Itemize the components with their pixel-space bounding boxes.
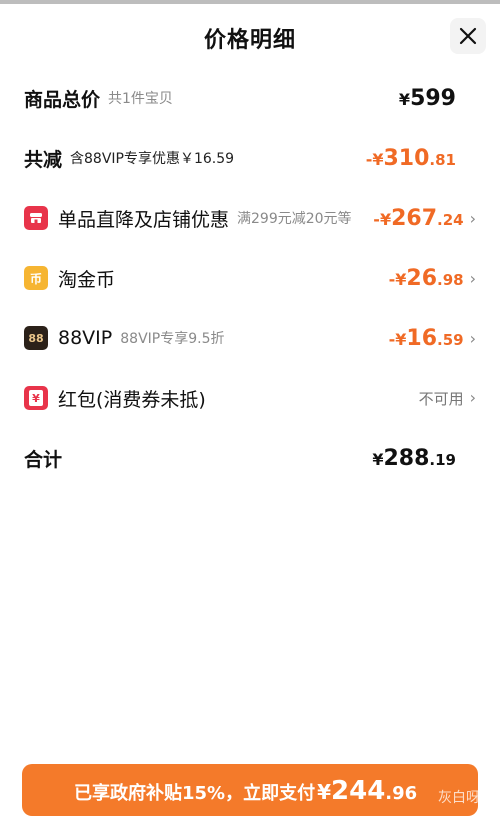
chevron-right-icon: › <box>469 208 476 228</box>
red-packet-status: 不可用 › <box>419 388 476 409</box>
total-goods-price: ¥ 599 <box>399 86 456 111</box>
total-goods-amount: 599 <box>410 85 456 111</box>
vip-amount: 16 <box>406 325 438 351</box>
pay-button-content: 已享政府补贴15%，立即支付 ¥ 244 .96 <box>74 776 417 806</box>
close-icon <box>459 27 477 45</box>
pay-button[interactable]: 已享政府补贴15%，立即支付 ¥ 244 .96 灰白呀 <box>22 764 478 816</box>
store-discount-price: -¥ 267 .24 › <box>373 206 476 231</box>
chevron-right-icon: › <box>469 387 476 407</box>
row-store-discount[interactable]: 单品直降及店铺优惠 满299元减20元等 -¥ 267 .24 › <box>24 198 476 238</box>
minus-currency: -¥ <box>365 149 384 169</box>
pay-button-label: 已享政府补贴15%，立即支付 <box>74 783 316 804</box>
sum-label: 合计 <box>24 448 63 471</box>
sum-price: ¥ 288 .19 <box>372 446 456 471</box>
currency-symbol: ¥ <box>372 449 384 469</box>
chevron-right-icon: › <box>469 268 476 288</box>
row-total-discount: 共减 含88VIP专享优惠￥16.59 -¥ 310 .81 <box>24 138 476 178</box>
red-packet-glyph: ¥ <box>29 390 43 406</box>
vip-label: 88VIP <box>58 327 113 349</box>
row-88vip[interactable]: 88 88VIP 88VIP专享9.5折 -¥ 16 .59 › <box>24 318 476 358</box>
total-discount-price: -¥ 310 .81 <box>366 146 456 171</box>
pay-amount: 244 <box>331 776 386 806</box>
pay-decimal: .96 <box>385 783 418 804</box>
header: 价格明细 <box>0 4 500 68</box>
vip-note: 88VIP专享9.5折 <box>120 331 225 347</box>
store-discount-note: 满299元减20元等 <box>237 211 352 227</box>
minus-currency: -¥ <box>373 209 392 229</box>
row-red-packet[interactable]: ¥ 红包(消费券未抵) 不可用 › <box>24 378 476 418</box>
vip-decimal: .59 <box>437 330 464 349</box>
watermark: 灰白呀 <box>438 790 478 806</box>
pay-currency: ¥ <box>317 780 332 804</box>
vip-price: -¥ 16 .59 › <box>389 326 476 351</box>
row-sum: 合计 ¥ 288 .19 <box>24 438 476 478</box>
store-icon <box>24 206 48 230</box>
red-packet-icon: ¥ <box>24 386 48 410</box>
close-button[interactable] <box>450 18 486 54</box>
total-discount-note: 含88VIP专享优惠￥16.59 <box>70 151 235 167</box>
taojinbi-label: 淘金币 <box>58 268 116 291</box>
total-goods-count: 共1件宝贝 <box>108 91 173 107</box>
taojinbi-price: -¥ 26 .98 › <box>389 266 476 291</box>
store-icon-glyph <box>30 213 42 223</box>
total-discount-label: 共减 <box>24 148 63 171</box>
total-discount-decimal: .81 <box>429 150 456 169</box>
currency-symbol: ¥ <box>398 89 411 109</box>
store-discount-label: 单品直降及店铺优惠 <box>58 208 230 231</box>
store-discount-amount: 267 <box>391 205 438 231</box>
minus-currency: -¥ <box>388 269 407 289</box>
minus-currency: -¥ <box>388 329 407 349</box>
sum-amount: 288 <box>383 445 430 471</box>
total-discount-amount: 310 <box>383 145 430 171</box>
store-discount-decimal: .24 <box>437 210 464 229</box>
taojinbi-amount: 26 <box>406 265 438 291</box>
chevron-right-icon: › <box>469 328 476 348</box>
red-packet-unavailable: 不可用 <box>418 389 464 408</box>
row-total-goods: 商品总价 共1件宝贝 ¥ 599 <box>24 78 476 118</box>
sum-decimal: .19 <box>429 450 456 469</box>
page-title: 价格明细 <box>203 28 296 53</box>
coin-icon: 币 <box>24 266 48 290</box>
vip-icon: 88 <box>24 326 48 350</box>
taojinbi-decimal: .98 <box>437 270 464 289</box>
total-goods-label: 商品总价 <box>24 88 101 111</box>
row-taojinbi[interactable]: 币 淘金币 -¥ 26 .98 › <box>24 258 476 298</box>
red-packet-label: 红包(消费券未抵) <box>58 388 206 411</box>
